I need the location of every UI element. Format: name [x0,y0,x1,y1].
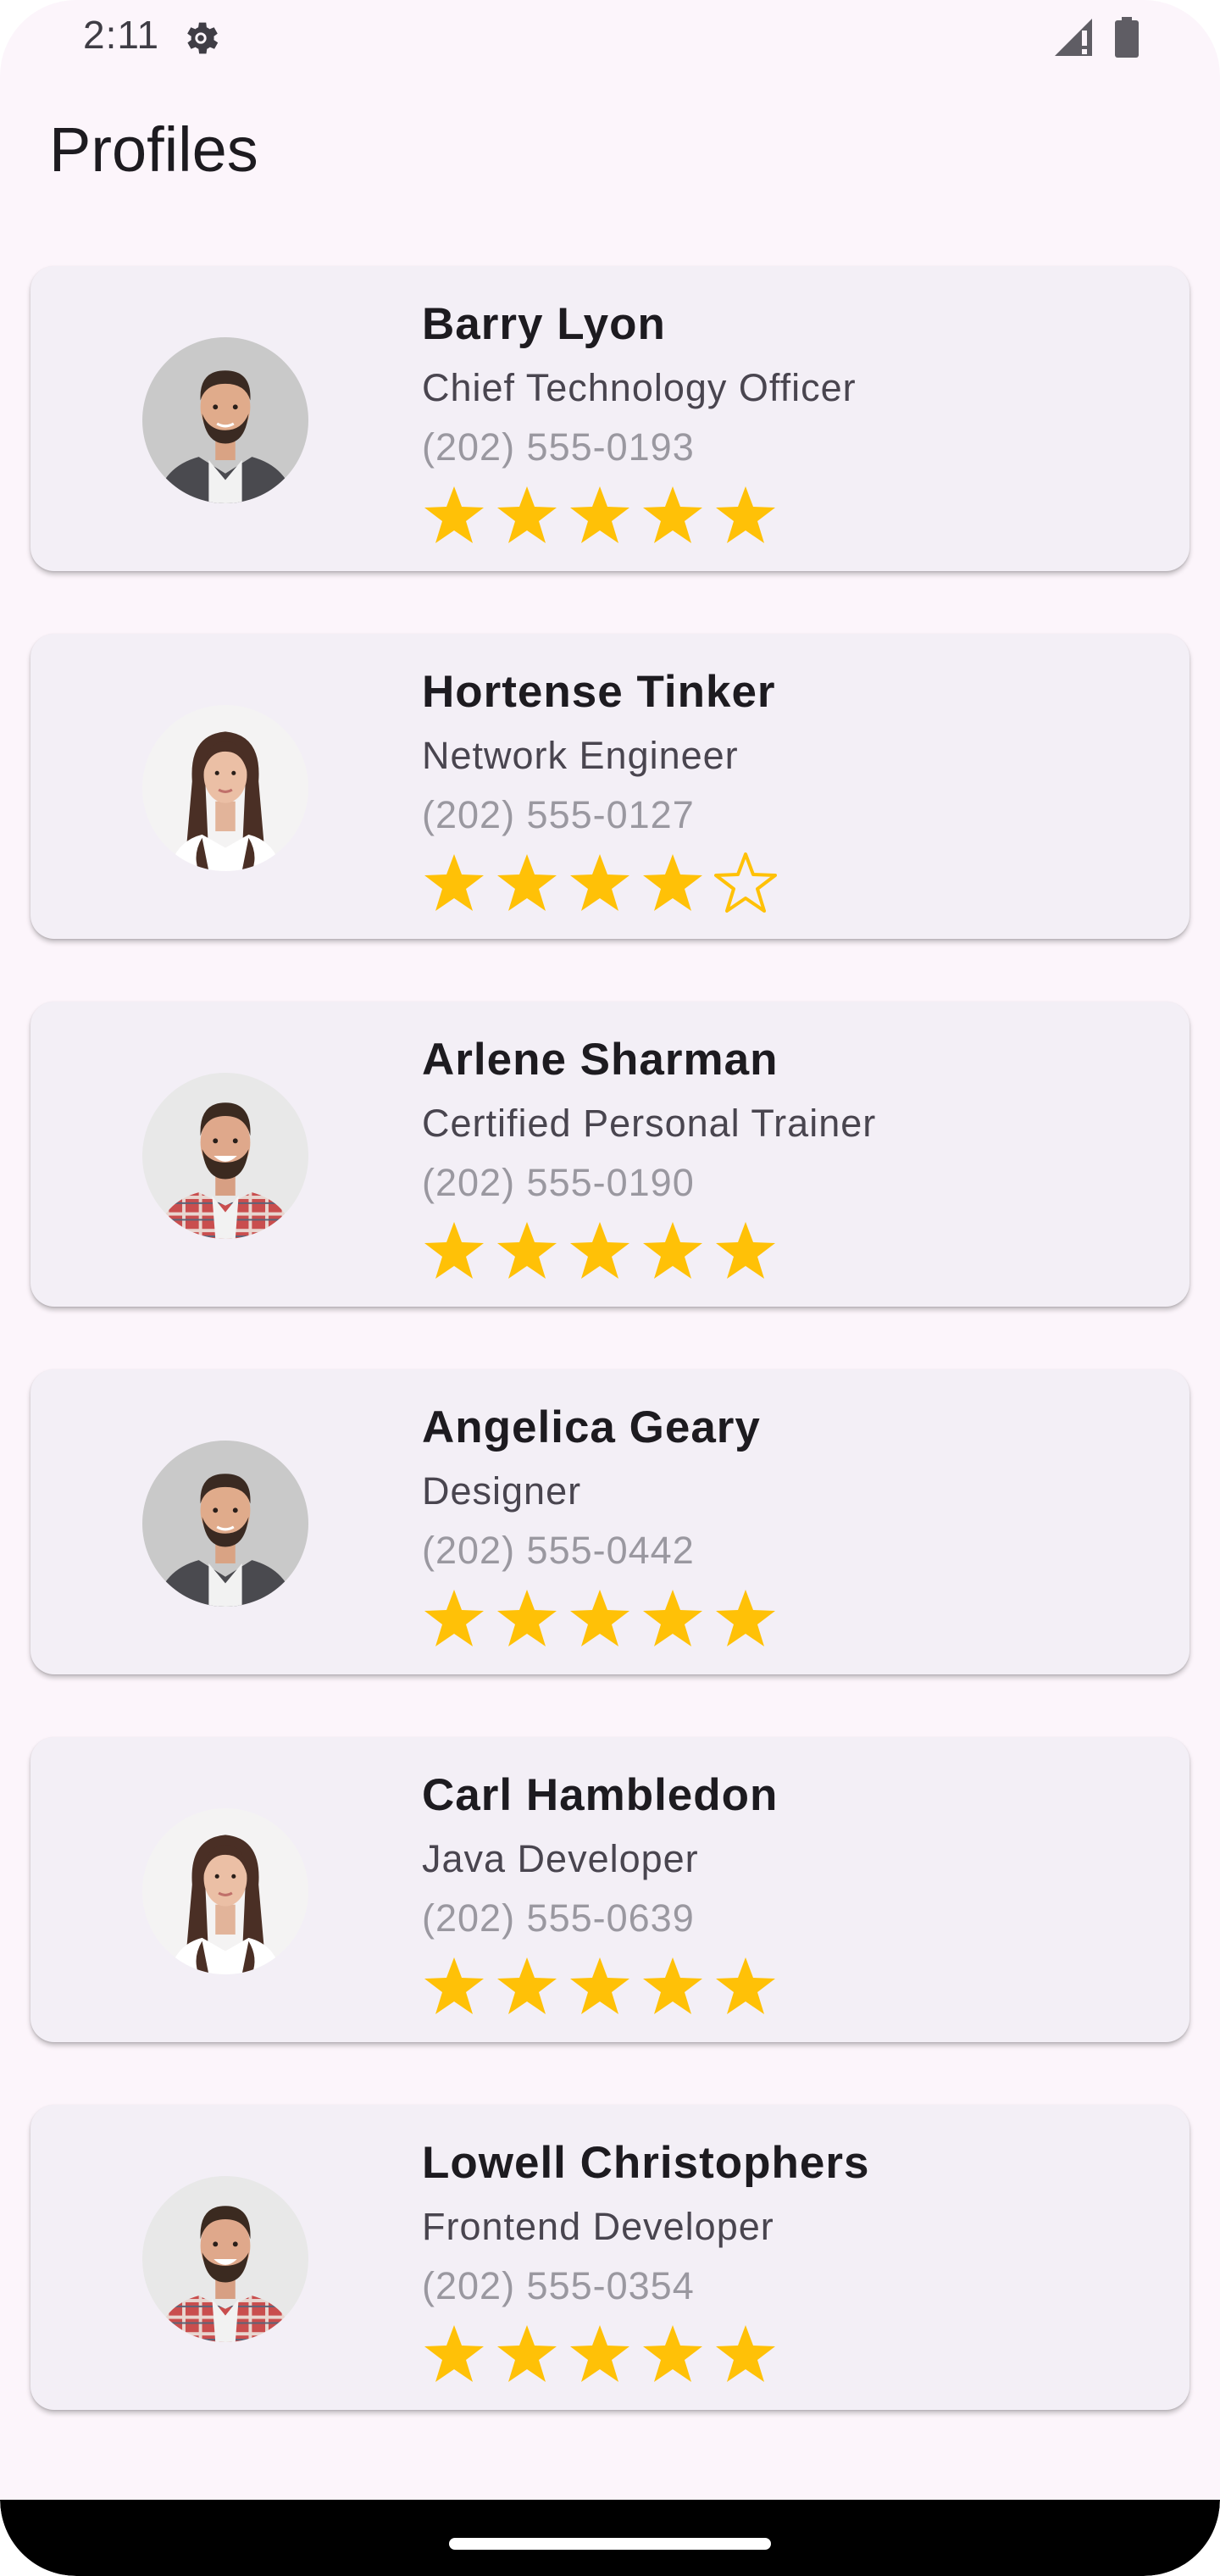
profile-phone: (202) 555-0639 [422,1896,695,1940]
star-filled-icon [495,483,559,551]
profile-job-title: Chief Technology Officer [422,366,857,409]
profile-card[interactable]: Angelica Geary Designer (202) 555-0442 [30,1369,1190,1674]
star-outline-icon [713,851,778,919]
star-filled-icon [422,1219,486,1286]
profile-name: Angelica Geary [422,1402,761,1452]
star-filled-icon [640,483,705,551]
profile-name: Arlene Sharman [422,1035,779,1085]
profile-job-title: Frontend Developer [422,2205,774,2248]
profile-job-title: Java Developer [422,1837,699,1880]
avatar [142,1073,308,1239]
battery-icon [1115,17,1139,58]
star-filled-icon [495,1219,559,1286]
star-rating [422,483,778,551]
star-filled-icon [713,483,778,551]
star-filled-icon [422,483,486,551]
star-filled-icon [422,2322,486,2390]
star-filled-icon [495,1954,559,2022]
signal-icon [1055,19,1092,56]
star-rating [422,2322,778,2390]
gear-icon [187,22,219,54]
star-filled-icon [495,851,559,919]
home-gesture-handle[interactable] [449,2538,771,2550]
profile-card[interactable]: Arlene Sharman Certified Personal Trainer… [30,1002,1190,1307]
star-filled-icon [640,851,705,919]
profile-phone: (202) 555-0354 [422,2264,695,2307]
star-filled-icon [713,1586,778,1654]
avatar [142,1808,308,1974]
profile-card[interactable]: Hortense Tinker Network Engineer (202) 555… [30,634,1190,939]
profile-phone: (202) 555-0190 [422,1161,695,1204]
star-filled-icon [422,851,486,919]
star-filled-icon [713,2322,778,2390]
profile-name: Hortense Tinker [422,667,776,717]
avatar [142,2176,308,2342]
page-title: Profiles [49,114,258,185]
star-filled-icon [713,1219,778,1286]
phone-screen: 2:11 Profiles Barry LyonChief Technolog [0,0,1220,2576]
profile-phone: (202) 555-0127 [422,793,695,836]
navigation-bar [0,2500,1220,2576]
star-filled-icon [568,1586,632,1654]
avatar [142,705,308,871]
profile-phone: (202) 555-0442 [422,1529,695,1572]
star-filled-icon [568,1954,632,2022]
profile-job-title: Network Engineer [422,734,739,777]
star-rating [422,1586,778,1654]
star-filled-icon [640,1586,705,1654]
star-filled-icon [713,1954,778,2022]
star-filled-icon [640,1954,705,2022]
star-rating [422,1219,778,1286]
profile-card[interactable]: Barry Lyon Chief Technology Officer (202) … [30,266,1190,571]
star-filled-icon [640,1219,705,1286]
status-time: 2:11 [83,13,160,57]
avatar [142,1441,308,1607]
profile-name: Carl Hambledon [422,1770,779,1820]
star-filled-icon [568,483,632,551]
star-rating [422,1954,778,2022]
profile-job-title: Designer [422,1469,582,1513]
star-filled-icon [568,851,632,919]
profile-card[interactable]: Carl Hambledon Java Developer (202) 555-06… [30,1737,1190,2042]
profile-phone: (202) 555-0193 [422,425,695,469]
star-filled-icon [568,2322,632,2390]
profile-name: Barry Lyon [422,299,666,349]
profile-name: Lowell Christophers [422,2138,870,2188]
star-filled-icon [495,2322,559,2390]
star-rating [422,851,778,919]
star-filled-icon [422,1586,486,1654]
status-bar: 2:11 [0,0,1220,76]
star-filled-icon [495,1586,559,1654]
avatar [142,337,308,503]
star-filled-icon [422,1954,486,2022]
star-filled-icon [568,1219,632,1286]
star-filled-icon [640,2322,705,2390]
profile-job-title: Certified Personal Trainer [422,1102,877,1145]
profile-card[interactable]: Lowell Christophers Frontend Developer (20… [30,2105,1190,2410]
